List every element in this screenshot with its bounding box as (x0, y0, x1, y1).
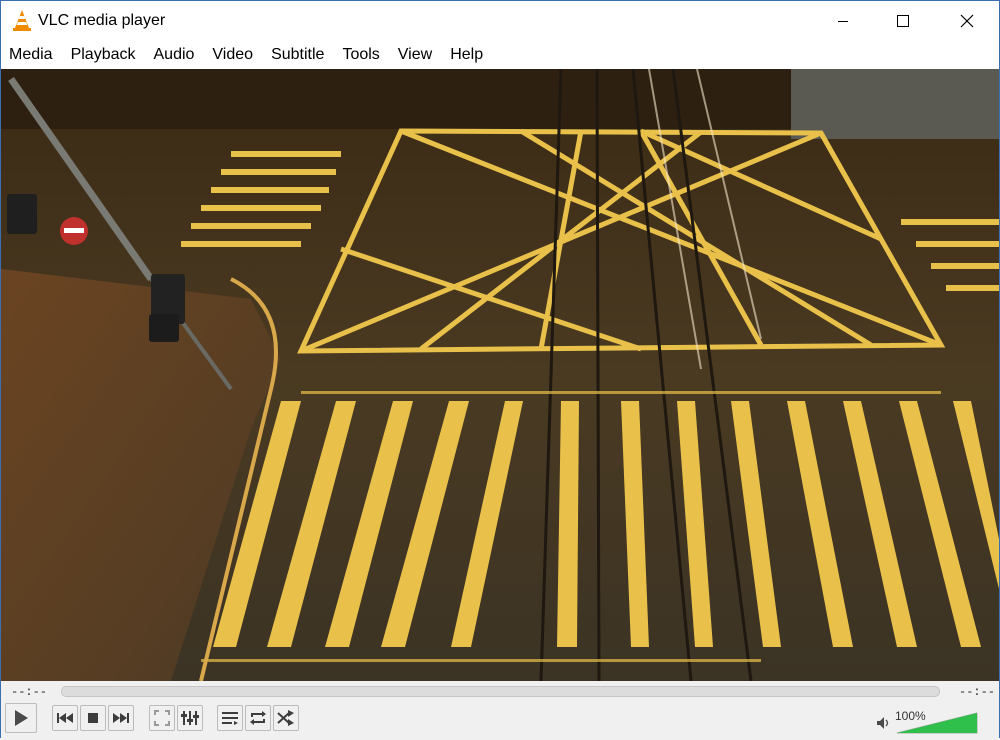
menu-audio[interactable]: Audio (145, 41, 204, 69)
maximize-icon (897, 15, 909, 27)
video-display[interactable] (1, 69, 999, 681)
vlc-cone-icon (13, 10, 31, 31)
window-title: VLC media player (38, 12, 166, 29)
stop-icon (88, 713, 98, 723)
menu-subtitle[interactable]: Subtitle (262, 41, 333, 69)
menu-help[interactable]: Help (441, 41, 492, 69)
fullscreen-button[interactable] (149, 705, 175, 731)
menu-playback[interactable]: Playback (62, 41, 145, 69)
maximize-button[interactable] (879, 1, 927, 41)
fullscreen-icon (154, 710, 170, 726)
menu-video[interactable]: Video (203, 41, 262, 69)
mute-button[interactable] (875, 713, 893, 733)
loop-button[interactable] (245, 705, 271, 731)
title-bar[interactable]: VLC media player (1, 1, 999, 41)
play-button[interactable] (5, 703, 37, 733)
menu-view[interactable]: View (389, 41, 441, 69)
close-icon (960, 14, 974, 28)
minimize-button[interactable] (819, 1, 867, 41)
remaining-time[interactable]: --:-- (959, 685, 995, 699)
control-bar: --:-- --:-- 100% (1, 681, 999, 738)
previous-icon (57, 713, 73, 723)
seek-bar[interactable] (61, 686, 940, 697)
volume-slider[interactable] (895, 709, 979, 735)
video-frame-image (1, 69, 999, 681)
menu-media[interactable]: Media (1, 41, 62, 69)
menu-bar: Media Playback Audio Video Subtitle Tool… (1, 41, 999, 69)
shuffle-icon (277, 710, 294, 726)
next-button[interactable] (108, 705, 134, 731)
shuffle-button[interactable] (273, 705, 299, 731)
vlc-window: VLC media player Media Playback Audio Vi… (0, 0, 1000, 738)
minimize-icon (838, 21, 848, 22)
elapsed-time: --:-- (11, 685, 48, 699)
playlist-button[interactable] (217, 705, 243, 731)
stop-button[interactable] (80, 705, 106, 731)
loop-icon (250, 711, 266, 725)
next-icon (113, 713, 129, 723)
close-button[interactable] (943, 1, 991, 41)
volume-slider-graphic (896, 712, 978, 734)
extended-settings-icon (181, 711, 199, 725)
extended-settings-button[interactable] (177, 705, 203, 731)
playlist-icon (222, 712, 238, 725)
menu-tools[interactable]: Tools (333, 41, 388, 69)
previous-button[interactable] (52, 705, 78, 731)
play-icon (15, 710, 28, 726)
speaker-icon (877, 717, 889, 729)
